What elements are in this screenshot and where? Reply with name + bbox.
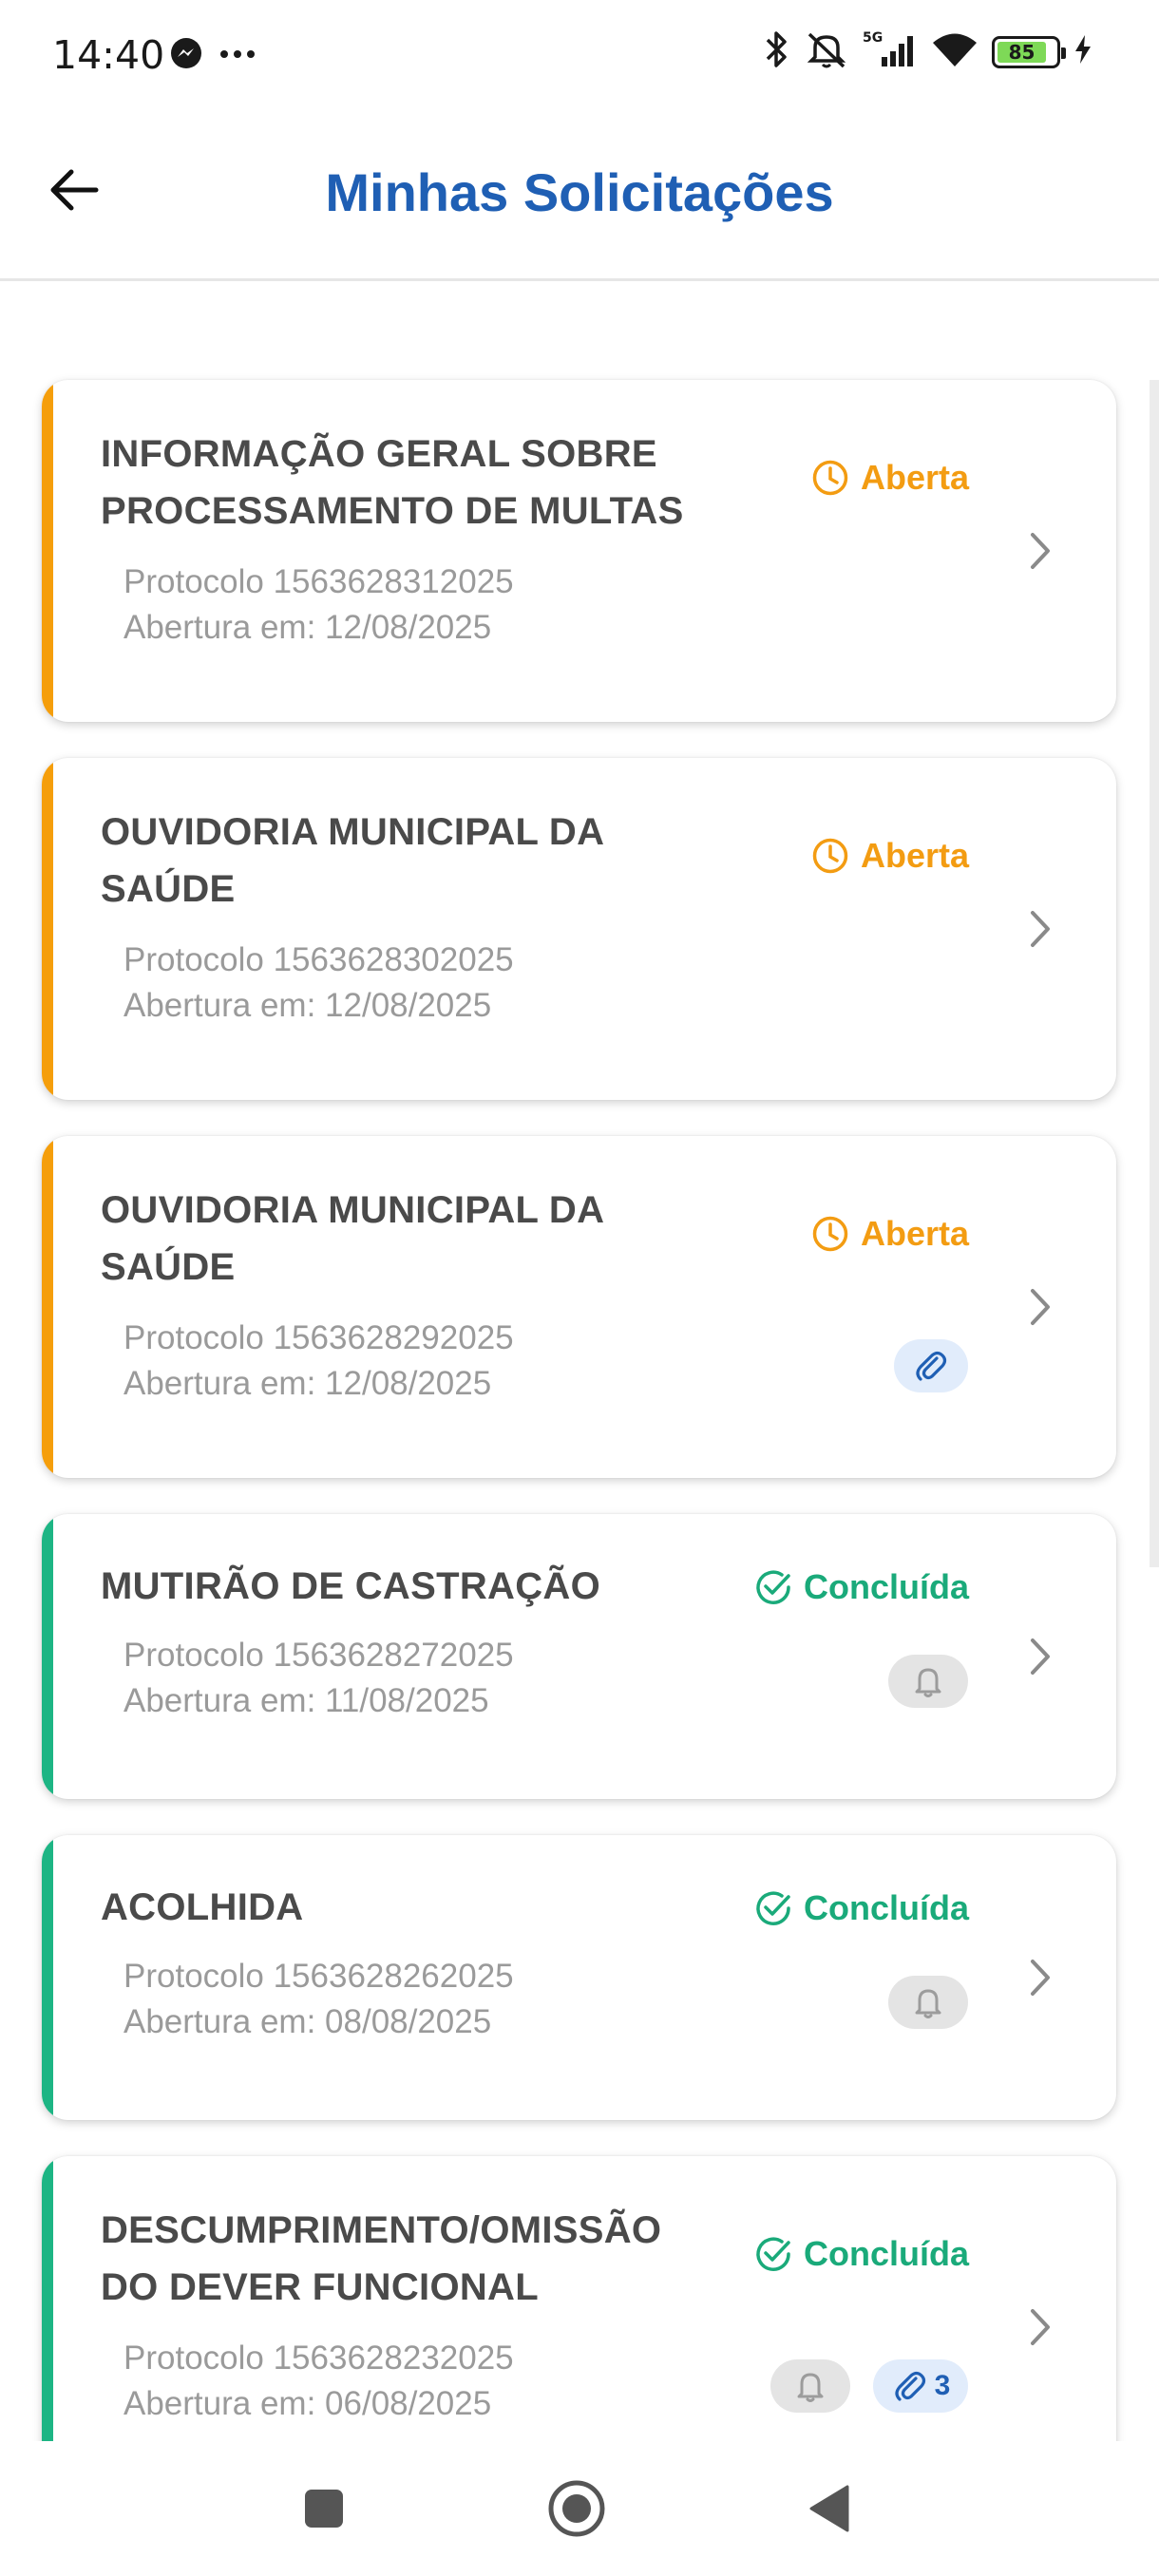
status-label: Aberta (860, 836, 969, 875)
status-time: 14:40 (52, 32, 165, 78)
status-accent-bar (42, 2156, 53, 2441)
paperclip-icon (916, 1351, 947, 1381)
request-card[interactable]: INFORMAÇÃO GERAL SOBRE PROCESSAMENTO DE … (42, 380, 1116, 722)
request-date: Abertura em: 08/08/2025 (124, 2003, 492, 2040)
request-card[interactable]: MUTIRÃO DE CASTRAÇÃO Protocolo 156362827… (42, 1514, 1116, 1799)
status-badge: Concluída (754, 1567, 969, 1607)
home-circle-icon (548, 2480, 605, 2537)
request-date: Abertura em: 12/08/2025 (124, 987, 492, 1024)
status-accent-bar (42, 758, 53, 1100)
requests-list[interactable]: INFORMAÇÃO GERAL SOBRE PROCESSAMENTO DE … (0, 281, 1159, 2441)
square-icon (305, 2490, 343, 2528)
back-nav-button[interactable] (796, 2475, 863, 2542)
status-badge: Aberta (811, 458, 969, 498)
request-card[interactable]: OUVIDORIA MUNICIPAL DA SAÚDE Protocolo 1… (42, 758, 1116, 1100)
status-accent-bar (42, 1514, 53, 1799)
request-card[interactable]: OUVIDORIA MUNICIPAL DA SAÚDE Protocolo 1… (42, 1136, 1116, 1478)
status-accent-bar (42, 1136, 53, 1478)
status-badge: Concluída (754, 2234, 969, 2274)
request-date: Abertura em: 12/08/2025 (124, 1365, 492, 1402)
bell-muted-icon (804, 28, 849, 75)
request-title: OUVIDORIA MUNICIPAL DA SAÚDE (101, 811, 603, 910)
status-label: Aberta (860, 458, 969, 497)
request-title: MUTIRÃO DE CASTRAÇÃO (101, 1565, 600, 1607)
request-protocol: Protocolo 1563628292025 (124, 1319, 514, 1356)
status-bar: 14:40 5G 85 (0, 0, 1159, 106)
page-title: Minhas Solicitações (325, 162, 834, 222)
status-left-icons (169, 36, 256, 75)
status-label: Concluída (803, 1567, 969, 1606)
scrollbar[interactable] (1150, 380, 1159, 1567)
status-badge: Concluída (754, 1888, 969, 1928)
clock-icon (812, 1216, 848, 1252)
messenger-icon (169, 36, 203, 75)
notification-badge[interactable] (888, 1655, 968, 1708)
status-right-icons: 5G 85 (764, 28, 1092, 75)
status-accent-bar (42, 380, 53, 722)
home-button[interactable] (543, 2475, 610, 2542)
check-circle-icon (756, 2237, 790, 2271)
request-protocol: Protocolo 1563628302025 (124, 941, 514, 978)
app-header: Minhas Solicitações (0, 106, 1159, 281)
svg-text:5G: 5G (863, 30, 883, 46)
more-notifications-icon (218, 47, 256, 65)
triangle-back-icon (809, 2485, 849, 2532)
battery-icon: 85 (992, 35, 1066, 68)
chevron-right-icon[interactable] (1023, 1954, 1057, 2001)
status-label: Aberta (860, 1214, 969, 1253)
battery-level: 85 (998, 41, 1046, 64)
status-label: Concluída (803, 2234, 969, 2273)
request-title: INFORMAÇÃO GERAL SOBRE PROCESSAMENTO DE … (101, 433, 684, 532)
request-date: Abertura em: 12/08/2025 (124, 609, 492, 646)
request-date: Abertura em: 06/08/2025 (124, 2385, 492, 2422)
wifi-icon (931, 30, 978, 73)
status-label: Concluída (803, 1888, 969, 1927)
attachment-badge[interactable] (894, 1339, 968, 1392)
paperclip-icon (895, 2371, 925, 2401)
chevron-right-icon[interactable] (1023, 905, 1057, 953)
request-card[interactable]: DESCUMPRIMENTO/OMISSÃO DO DEVER FUNCIONA… (42, 2156, 1116, 2441)
cellular-signal-icon: 5G (863, 28, 918, 75)
bell-icon (915, 1989, 941, 2018)
chevron-right-icon[interactable] (1023, 1633, 1057, 1680)
request-protocol: Protocolo 1563628262025 (124, 1958, 514, 1995)
request-title: OUVIDORIA MUNICIPAL DA SAÚDE (101, 1189, 603, 1288)
check-circle-icon (756, 1570, 790, 1604)
status-accent-bar (42, 1835, 53, 2120)
attachment-count: 3 (934, 2370, 951, 2401)
request-date: Abertura em: 11/08/2025 (124, 1682, 489, 1719)
request-card[interactable]: ACOLHIDA Protocolo 1563628262025 Abertur… (42, 1835, 1116, 2120)
status-badge: Aberta (811, 836, 969, 876)
clock-icon (812, 460, 848, 496)
chevron-right-icon[interactable] (1023, 2303, 1057, 2351)
system-navigation-bar (0, 2441, 1159, 2576)
bell-icon (797, 2373, 824, 2402)
bell-icon (915, 1668, 941, 1697)
notification-badge[interactable] (888, 1976, 968, 2029)
attachment-badge[interactable]: 3 (873, 2359, 968, 2413)
request-protocol: Protocolo 1563628312025 (124, 563, 514, 600)
bluetooth-icon (764, 28, 790, 75)
request-protocol: Protocolo 1563628272025 (124, 1637, 514, 1674)
request-title: ACOLHIDA (101, 1886, 304, 1928)
charging-icon (1074, 33, 1092, 70)
recents-button[interactable] (291, 2475, 357, 2542)
notification-badge[interactable] (770, 2359, 850, 2413)
check-circle-icon (756, 1891, 790, 1925)
status-badge: Aberta (811, 1214, 969, 1254)
request-title: DESCUMPRIMENTO/OMISSÃO DO DEVER FUNCIONA… (101, 2209, 662, 2308)
chevron-right-icon[interactable] (1023, 1283, 1057, 1331)
request-protocol: Protocolo 1563628232025 (124, 2339, 514, 2377)
clock-icon (812, 838, 848, 874)
chevron-right-icon[interactable] (1023, 527, 1057, 575)
